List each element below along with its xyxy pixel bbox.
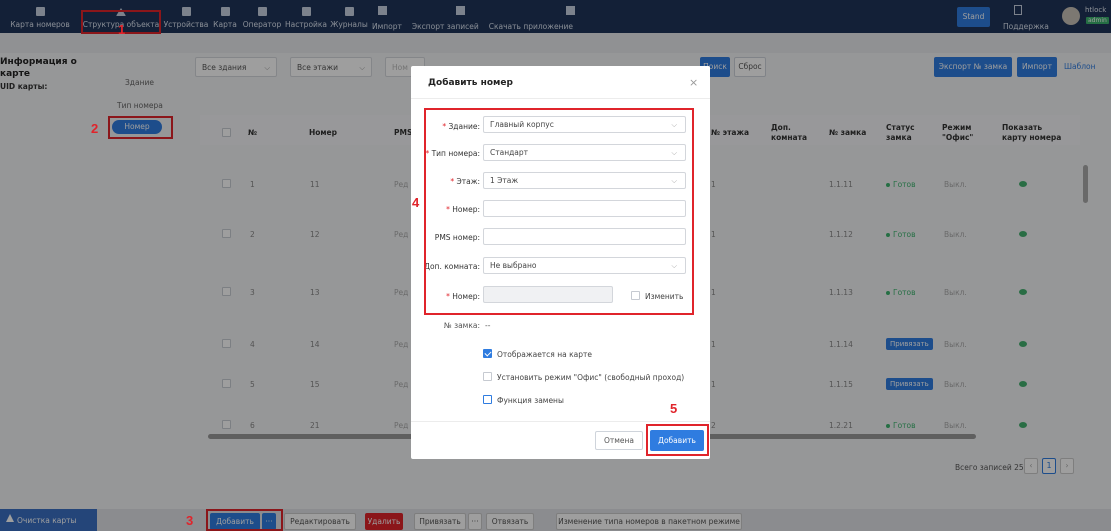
show-on-map-label: Отображается на карте (497, 350, 592, 359)
replace-function-checkbox[interactable] (483, 395, 492, 404)
dialog-divider (411, 98, 710, 99)
office-mode-label: Установить режим "Офис" (свободный прохо… (497, 373, 685, 382)
annotation-5: 5 (670, 401, 678, 416)
lock-number-value: -- (485, 321, 491, 330)
annotation-1: 1 (118, 22, 126, 37)
dialog-title: Добавить номер (428, 78, 513, 88)
show-on-map-checkbox[interactable] (483, 349, 492, 358)
office-mode-checkbox[interactable] (483, 372, 492, 381)
replace-function-label: Функция замены (497, 396, 564, 405)
annotation-3: 3 (186, 513, 194, 528)
lock-number-label: № замка: (443, 321, 480, 330)
highlight-box-4 (424, 108, 694, 315)
dialog-footer-divider (411, 421, 710, 422)
cancel-button[interactable]: Отмена (595, 431, 643, 450)
highlight-box-5 (646, 424, 709, 456)
annotation-4: 4 (412, 195, 420, 210)
annotation-2: 2 (91, 121, 99, 136)
close-icon[interactable]: × (689, 76, 698, 89)
